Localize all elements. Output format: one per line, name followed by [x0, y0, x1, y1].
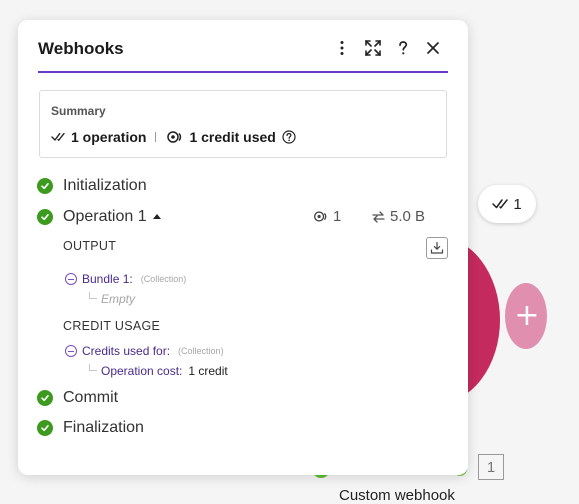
step-label: Initialization	[63, 177, 147, 194]
summary-credits: 1 credit used	[189, 129, 276, 145]
collapse-icon[interactable]	[65, 345, 77, 357]
more-vertical-icon	[340, 41, 344, 55]
check-double-icon	[492, 199, 509, 209]
step-operation[interactable]: Operation 1	[37, 208, 161, 226]
tree-connector	[89, 292, 97, 299]
operation-credits-value: 1	[333, 208, 342, 225]
bundle-key: Bundle 1:	[82, 272, 133, 286]
success-check-icon	[37, 390, 53, 406]
check-double-icon	[51, 132, 65, 141]
operation-credits: 1	[312, 208, 341, 225]
success-check-icon	[37, 420, 53, 436]
close-icon	[427, 42, 439, 54]
more-options-button[interactable]	[331, 37, 353, 59]
tree-connector	[89, 364, 97, 371]
collapse-caret-icon[interactable]	[152, 213, 161, 219]
module-run-count[interactable]: 1	[478, 454, 504, 480]
step-label: Finalization	[63, 419, 144, 436]
download-output-button[interactable]	[426, 237, 448, 259]
expand-button[interactable]	[362, 37, 384, 59]
panel-title: Webhooks	[38, 39, 124, 58]
tree-row-bundle[interactable]: Bundle 1: (Collection)	[65, 272, 186, 286]
summary-operations: 1 operation	[71, 129, 147, 145]
close-button[interactable]	[422, 37, 444, 59]
credit-icon	[314, 211, 327, 222]
tree-row-empty: Empty	[101, 292, 135, 306]
help-button[interactable]	[392, 37, 414, 59]
summary-title: Summary	[51, 104, 106, 118]
credit-icon	[167, 131, 182, 143]
tree-row-operation-cost: Operation cost: 1 credit	[101, 364, 228, 378]
summary-divider	[155, 132, 157, 142]
bundle-type: (Collection)	[140, 274, 187, 284]
operations-chip[interactable]: 1	[478, 185, 536, 223]
step-finalization[interactable]: Finalization	[37, 419, 144, 437]
operation-cost-key: Operation cost:	[101, 364, 183, 378]
step-commit[interactable]: Commit	[37, 389, 118, 407]
summary-row: 1 operation 1 credit used	[51, 129, 296, 145]
operations-chip-count: 1	[513, 195, 522, 213]
transfer-icon	[372, 210, 385, 223]
tree-row-credits[interactable]: Credits used for: (Collection)	[65, 344, 224, 358]
summary-box: Summary 1 operation 1 credit used	[39, 90, 447, 158]
credit-usage-section-label: CREDIT USAGE	[63, 319, 161, 333]
step-label: Operation 1	[63, 208, 147, 225]
plus-icon: +	[514, 298, 540, 333]
success-check-icon	[37, 178, 53, 194]
panel-header: Webhooks	[38, 20, 448, 73]
help-icon	[399, 41, 408, 55]
operation-cost-value: 1 credit	[188, 364, 228, 378]
operation-size-value: 5.0 B	[390, 208, 426, 225]
step-label: Commit	[63, 389, 119, 406]
collapse-icon[interactable]	[65, 273, 77, 285]
webhooks-panel: Webhooks Summary 1 operation 1 credit us…	[18, 20, 468, 475]
step-initialization[interactable]: Initialization	[37, 177, 147, 195]
credits-key: Credits used for:	[82, 344, 171, 358]
help-circle-icon[interactable]	[282, 130, 296, 144]
credits-type: (Collection)	[178, 346, 224, 356]
operation-data-size: 5.0 B	[372, 208, 425, 225]
add-module-button[interactable]: +	[505, 283, 547, 349]
module-label: Custom webhook	[339, 487, 455, 504]
output-section-label: OUTPUT	[63, 239, 117, 253]
download-icon	[430, 241, 444, 254]
success-check-icon	[37, 209, 53, 225]
expand-icon	[365, 40, 381, 56]
bundle-value: Empty	[101, 292, 136, 306]
